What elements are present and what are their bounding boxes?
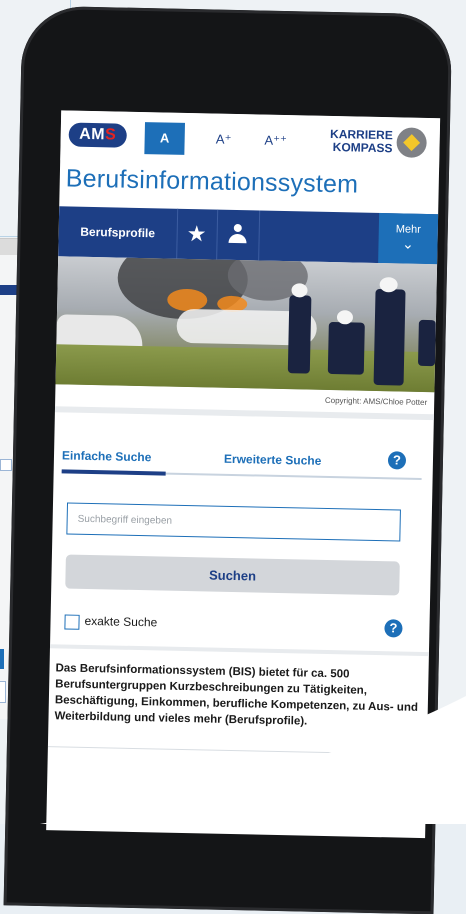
exact-search-label[interactable]: exakte Suche [84, 614, 157, 630]
fire-shape [167, 288, 208, 312]
tab-erweiterte-suche[interactable]: Erweiterte Suche [224, 452, 322, 468]
background-checkbox [0, 459, 12, 471]
phone-frame: AMS A A⁺ A⁺⁺ KARRIERE KOMPASS Berufsinfo… [3, 5, 453, 914]
nav-item-berufsprofile[interactable]: Berufsprofile [58, 206, 177, 258]
user-icon[interactable] [216, 210, 259, 261]
intro-text: Das Berufsinformationssystem (BIS) biete… [54, 662, 419, 728]
tab-einfache-suche[interactable]: Einfache Suche [62, 448, 152, 464]
exact-search-checkbox[interactable] [64, 614, 80, 630]
font-size-large-button[interactable]: A⁺ [208, 123, 239, 156]
font-size-normal-button[interactable]: A [144, 122, 186, 155]
ams-logo-text: AM [79, 125, 106, 144]
ams-logo[interactable]: AMS [68, 122, 127, 148]
image-copyright: Copyright: AMS/Chloe Potter [324, 395, 428, 408]
nav-divider [258, 210, 261, 261]
section-divider [47, 746, 427, 756]
karriere-kompass-logo[interactable]: KARRIERE KOMPASS [318, 127, 393, 156]
header: AMS A A⁺ A⁺⁺ KARRIERE KOMPASS [60, 110, 441, 169]
search-input[interactable] [66, 502, 401, 542]
main-nav: Berufsprofile ★ Mehr ⌄ [58, 206, 439, 265]
search-button[interactable]: Suchen [65, 554, 400, 596]
background-button [0, 649, 4, 669]
firefighter-figure [417, 319, 436, 367]
compass-icon [396, 127, 427, 158]
nav-more-button[interactable]: Mehr ⌄ [378, 212, 439, 265]
firefighter-figure [373, 288, 406, 386]
help-icon[interactable]: ? [387, 451, 407, 470]
background-field [0, 681, 6, 703]
user-icon-glyph [228, 223, 247, 244]
ams-logo-s: S [104, 126, 117, 144]
section-divider [54, 406, 434, 421]
page-title: Berufsinformationssystem [65, 164, 359, 199]
font-size-xlarge-button[interactable]: A⁺⁺ [260, 125, 291, 158]
firefighter-figure [327, 321, 365, 375]
karriere-kompass-line2: KOMPASS [332, 140, 393, 156]
phone-screen: AMS A A⁺ A⁺⁺ KARRIERE KOMPASS Berufsinfo… [46, 110, 441, 839]
chevron-down-icon: ⌄ [401, 235, 415, 252]
firefighter-figure [287, 295, 312, 374]
star-icon[interactable]: ★ [176, 209, 217, 260]
section-divider [49, 644, 429, 657]
tab-active-indicator [61, 469, 166, 476]
help-icon[interactable]: ? [384, 619, 403, 638]
hero-image [55, 256, 438, 393]
